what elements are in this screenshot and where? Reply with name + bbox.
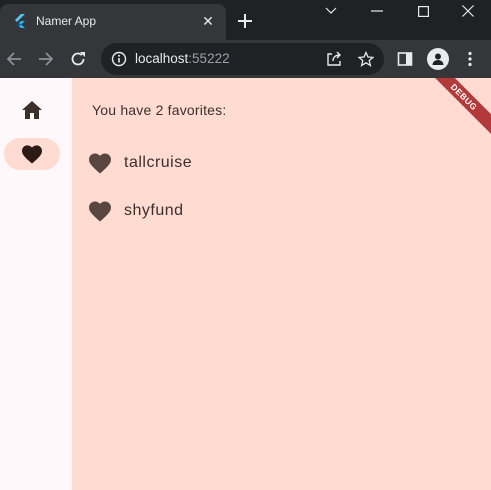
debug-banner: DEBUG	[420, 78, 491, 141]
rail-item-favorites[interactable]	[4, 138, 60, 170]
favorite-word: shyfund	[124, 202, 184, 219]
back-arrow-icon[interactable]	[2, 47, 26, 71]
maximize-icon[interactable]	[400, 0, 446, 22]
side-panel-icon[interactable]	[393, 47, 417, 71]
browser-tab[interactable]: Namer App ✕	[0, 4, 226, 40]
heart-icon	[89, 201, 111, 222]
list-item[interactable]: shyfund	[72, 187, 491, 235]
address-bar[interactable]: localhost:55222	[101, 43, 384, 75]
reload-icon[interactable]	[66, 47, 90, 71]
tab-title: Namer App	[36, 14, 97, 28]
list-item[interactable]: tallcruise	[72, 139, 491, 187]
browser-toolbar: localhost:55222	[0, 40, 491, 78]
flutter-favicon-icon	[15, 14, 25, 28]
plus-icon[interactable]	[234, 10, 256, 32]
close-icon[interactable]	[445, 0, 491, 22]
favorite-word: tallcruise	[124, 154, 193, 171]
minimize-icon[interactable]	[354, 0, 400, 22]
forward-arrow-icon[interactable]	[34, 47, 58, 71]
heart-icon	[22, 145, 42, 164]
more-menu-icon[interactable]	[458, 47, 482, 71]
home-icon	[22, 101, 42, 119]
profile-avatar-icon[interactable]	[427, 48, 449, 70]
navigation-rail	[0, 78, 72, 490]
rail-item-home[interactable]	[4, 94, 60, 126]
share-icon[interactable]	[324, 49, 344, 69]
favorites-page: You have 2 favorites: tallcruise shyfund…	[72, 78, 491, 490]
tab-close-icon[interactable]: ✕	[199, 12, 217, 30]
star-icon[interactable]	[356, 49, 376, 69]
chevron-down-icon[interactable]	[308, 0, 354, 22]
url-text[interactable]: localhost:55222	[135, 51, 230, 67]
favorites-summary: You have 2 favorites:	[92, 102, 227, 118]
browser-tab-strip: Namer App ✕	[0, 0, 491, 40]
info-icon[interactable]	[111, 51, 127, 67]
app-viewport: You have 2 favorites: tallcruise shyfund…	[0, 78, 491, 490]
heart-icon	[89, 153, 111, 174]
